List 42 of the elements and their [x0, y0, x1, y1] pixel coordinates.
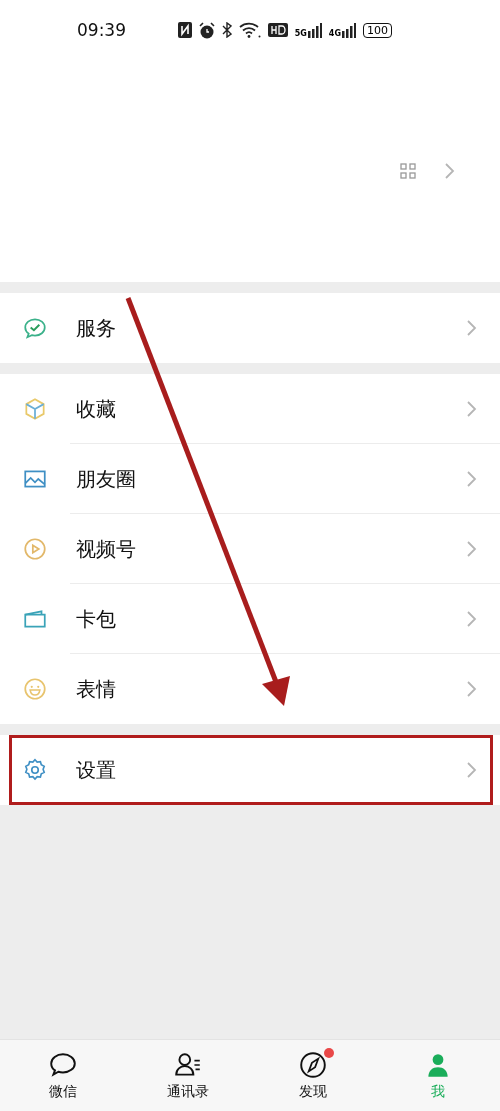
chevron-icon: [466, 680, 478, 698]
chevron-icon: [466, 761, 478, 779]
nfc-icon: [177, 22, 192, 38]
bluetooth-icon: [221, 22, 232, 38]
settings-icon: [22, 757, 48, 783]
channels-icon: [22, 536, 48, 562]
menu-item[interactable]: 卡包: [0, 584, 500, 654]
network-label: 5G: [294, 30, 307, 38]
signal-icon: [342, 22, 356, 38]
menu-item[interactable]: 表情: [0, 654, 500, 724]
qr-code-icon[interactable]: [400, 163, 416, 179]
menu-item[interactable]: 收藏: [0, 374, 500, 444]
tab[interactable]: 微信: [0, 1040, 125, 1111]
menu-item[interactable]: 设置: [0, 735, 500, 805]
menu-item[interactable]: 朋友圈: [0, 444, 500, 514]
network-label: 4G: [328, 30, 341, 38]
wifi-icon: [238, 22, 261, 38]
chevron-icon: [444, 162, 456, 180]
menu-item[interactable]: 视频号: [0, 514, 500, 584]
menu-item-label: 朋友圈: [76, 465, 137, 493]
menu-item-label: 表情: [76, 675, 117, 703]
status-time: 09:39: [77, 20, 126, 40]
battery-level: 100: [363, 22, 392, 38]
menu-item[interactable]: 服务: [0, 293, 500, 363]
menu-item-label: 服务: [76, 314, 117, 342]
chevron-icon: [466, 400, 478, 418]
chevron-icon: [466, 610, 478, 628]
menu-item-label: 视频号: [76, 535, 137, 563]
favorites-icon: [22, 396, 48, 422]
menu-item-label: 收藏: [76, 395, 117, 423]
signal-icon: [307, 22, 322, 38]
hd-icon: [267, 23, 288, 37]
discover-icon: [297, 1050, 328, 1080]
alarm-icon: [198, 21, 215, 39]
tab[interactable]: 发现: [250, 1040, 375, 1111]
chevron-icon: [466, 540, 478, 558]
chevron-icon: [466, 319, 478, 337]
chevron-icon: [466, 470, 478, 488]
menu-item-label: 卡包: [76, 605, 117, 633]
stickers-icon: [22, 676, 48, 702]
menu-item-label: 设置: [76, 756, 117, 784]
tab[interactable]: 通讯录: [125, 1040, 250, 1111]
